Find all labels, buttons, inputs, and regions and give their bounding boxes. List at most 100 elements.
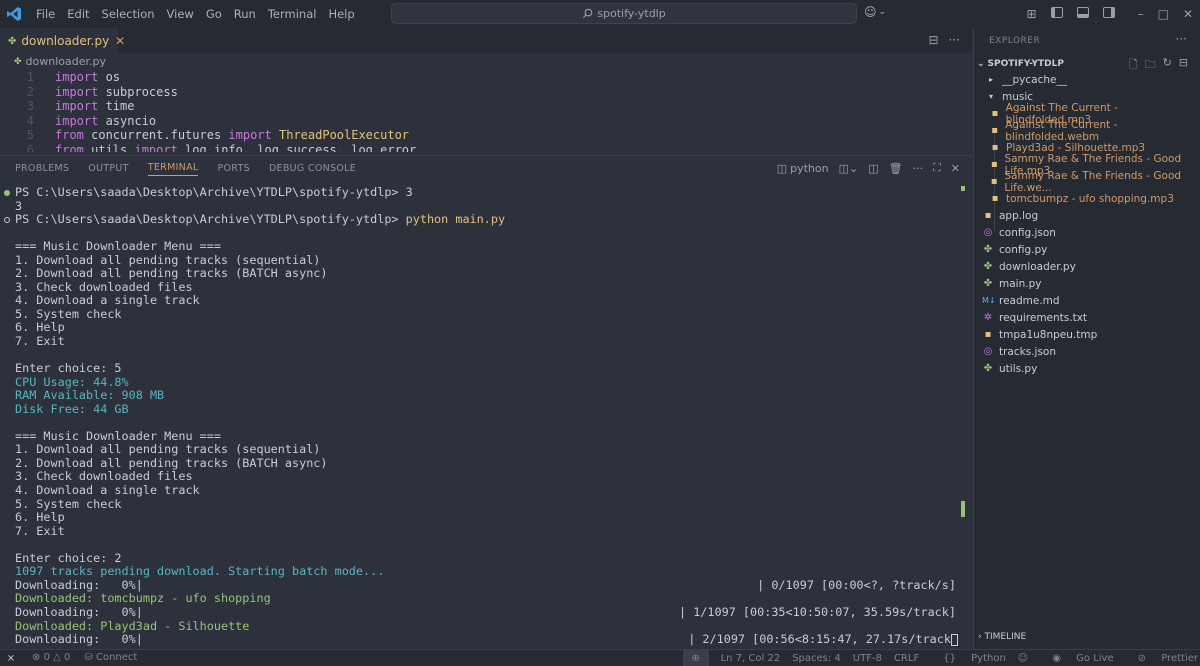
split-editor-icon[interactable]: ⊟ xyxy=(928,33,938,47)
tree-file[interactable]: ◎ tracks.json xyxy=(974,343,1200,360)
zoom-icon[interactable]: ⊕ xyxy=(682,650,709,666)
json-file-icon: ◎ xyxy=(983,346,993,357)
line-ending[interactable]: CRLF xyxy=(894,653,919,664)
python-file-icon: ✤ xyxy=(14,56,22,67)
menu-terminal[interactable]: Terminal xyxy=(262,0,323,28)
tree-label: config.json xyxy=(999,226,1056,239)
toggle-panel-icon[interactable] xyxy=(1076,7,1089,21)
menu-bar: File Edit Selection View Go Run Terminal… xyxy=(30,0,361,28)
system-ram: RAM Available: 908 MB xyxy=(15,388,165,403)
tab-ports[interactable]: PORTS xyxy=(217,163,249,174)
breadcrumb-file[interactable]: downloader.py xyxy=(26,55,106,68)
terminal-icon: ◫ xyxy=(776,161,788,175)
tree-file[interactable]: ✤ main.py xyxy=(974,275,1200,292)
remote-indicator-icon[interactable]: ⨯ xyxy=(0,650,22,666)
tree-file[interactable]: ▪ tmpa1u8npeu.tmp xyxy=(974,326,1200,343)
tab-problems[interactable]: PROBLEMS xyxy=(15,163,69,174)
tree-label: config.py xyxy=(999,243,1048,256)
prettier-status[interactable]: ⊘ Prettier xyxy=(1126,653,1198,664)
audio-file-icon: ▪ xyxy=(991,108,999,119)
menu-item: 6. Help xyxy=(15,510,65,525)
tab-terminal[interactable]: TERMINAL xyxy=(147,162,199,176)
more-actions-icon[interactable]: ··· xyxy=(1176,32,1187,46)
menu-go[interactable]: Go xyxy=(200,0,228,28)
braces-icon: {} xyxy=(943,652,956,664)
copilot-status-icon[interactable]: ☺ xyxy=(1018,653,1028,664)
cursor-position[interactable]: Ln 7, Col 22 xyxy=(721,653,781,664)
menu-run[interactable]: Run xyxy=(228,0,262,28)
timeline-section-header[interactable]: › TIMELINE xyxy=(974,632,1026,642)
tree-folder-pycache[interactable]: ▸ __pycache__ xyxy=(974,71,1200,88)
connect-status[interactable]: ⛁ Connect xyxy=(84,652,137,663)
menu-edit[interactable]: Edit xyxy=(61,0,95,28)
maximize-panel-icon[interactable]: ⛶ xyxy=(933,161,941,175)
warning-count: 0 xyxy=(64,652,71,663)
check-icon: ⊘ xyxy=(1137,652,1147,664)
indentation[interactable]: Spaces: 4 xyxy=(792,653,841,664)
customize-layout-icon[interactable]: ⊞ xyxy=(1027,7,1037,21)
language-mode[interactable]: {} Python xyxy=(931,653,1006,664)
minimize-icon[interactable]: – xyxy=(1138,7,1144,21)
tree-file[interactable]: ▪ Against The Current - blindfolded.webm xyxy=(974,119,1200,143)
menu-file[interactable]: File xyxy=(30,0,61,28)
split-terminal-icon[interactable]: ◫ xyxy=(868,162,878,175)
menu-view[interactable]: View xyxy=(161,0,200,28)
command-center-search[interactable]: spotify-ytdlp xyxy=(391,3,857,24)
tree-file[interactable]: ✤ utils.py xyxy=(974,360,1200,377)
new-terminal-icon[interactable]: ◫⌄ xyxy=(839,162,859,175)
terminal-line: 3 xyxy=(15,198,23,213)
scrollbar-marker xyxy=(961,501,965,517)
explorer-sidebar: EXPLORER ··· ⌄ SPOTIFY-YTDLP 🗋 🗀 ↻ ⊟ ▸ _… xyxy=(973,28,1200,649)
audio-file-icon: ▪ xyxy=(991,125,998,136)
tree-file[interactable]: ▪ tomcbumpz - ufo shopping.mp3 xyxy=(974,190,1200,207)
terminal-line: PS C:\Users\saada\Desktop\Archive\YTDLP\… xyxy=(0,186,972,200)
copilot-icon: ☺ xyxy=(864,5,877,19)
breadcrumb: ✤ downloader.py xyxy=(14,55,106,68)
python-file-icon: ✤ xyxy=(983,261,993,272)
tree-file[interactable]: M↓ readme.md xyxy=(974,292,1200,309)
code-text: concurrent.futures xyxy=(83,128,229,143)
close-panel-icon[interactable]: ✕ xyxy=(951,162,960,175)
toggle-primary-sidebar-icon[interactable] xyxy=(1050,7,1063,21)
scrollbar-marker xyxy=(961,186,965,191)
menu-selection[interactable]: Selection xyxy=(96,0,161,28)
code-keyword: from xyxy=(55,128,84,143)
close-window-icon[interactable]: ✕ xyxy=(1183,7,1193,21)
close-tab-icon[interactable]: ✕ xyxy=(115,34,125,48)
menu-help[interactable]: Help xyxy=(322,0,360,28)
tab-debug-console[interactable]: DEBUG CONSOLE xyxy=(269,163,356,174)
progress-label: Downloading: 0%| xyxy=(15,604,143,619)
tree-file[interactable]: ✲ requirements.txt xyxy=(974,309,1200,326)
problems-status[interactable]: ⊗ 0 △ 0 xyxy=(32,652,70,663)
terminal-output[interactable]: PS C:\Users\saada\Desktop\Archive\YTDLP\… xyxy=(0,186,972,648)
trash-icon[interactable]: 🗑 xyxy=(889,162,903,175)
code-text: asyncio xyxy=(98,113,157,128)
go-live-button[interactable]: ◉ Go Live xyxy=(1040,653,1113,664)
more-actions-icon[interactable]: ··· xyxy=(949,33,960,47)
tree-label: tracks.json xyxy=(999,345,1056,358)
code-line: 5 from concurrent.futures import ThreadP… xyxy=(0,128,972,143)
editor-tab-downloader[interactable]: ✤ downloader.py ✕ xyxy=(0,28,125,53)
database-icon: ⛁ xyxy=(84,652,93,663)
tree-file[interactable]: ✤ downloader.py xyxy=(974,258,1200,275)
copilot-menu[interactable]: ☺ ⌄ xyxy=(864,5,886,19)
code-editor[interactable]: 1 import os 2 import subprocess 3 import… xyxy=(0,70,972,152)
command-center-text: spotify-ytdlp xyxy=(597,7,666,20)
tab-output[interactable]: OUTPUT xyxy=(88,163,129,174)
terminal-shell-selector[interactable]: ◫ python xyxy=(777,162,829,175)
tree-file[interactable]: ▪ app.log xyxy=(974,207,1200,224)
connect-label: Connect xyxy=(95,652,138,663)
tree-label: main.py xyxy=(999,277,1042,290)
tree-label: tomcbumpz - ufo shopping.mp3 xyxy=(1006,192,1174,205)
tree-file[interactable]: ◎ config.json xyxy=(974,224,1200,241)
command-success-icon xyxy=(4,190,10,196)
tree-file[interactable]: ▪ Sammy Rae & The Friends - Good Life.we… xyxy=(974,170,1200,194)
code-keyword: import xyxy=(228,128,272,143)
tree-file[interactable]: ✤ config.py xyxy=(974,241,1200,258)
maximize-icon[interactable]: □ xyxy=(1158,7,1169,21)
encoding[interactable]: UTF-8 xyxy=(853,653,882,664)
error-count: 0 xyxy=(43,652,50,663)
toggle-secondary-sidebar-icon[interactable] xyxy=(1102,7,1115,21)
more-actions-icon[interactable]: ··· xyxy=(913,162,924,175)
code-line: 4 import asyncio xyxy=(0,114,972,129)
